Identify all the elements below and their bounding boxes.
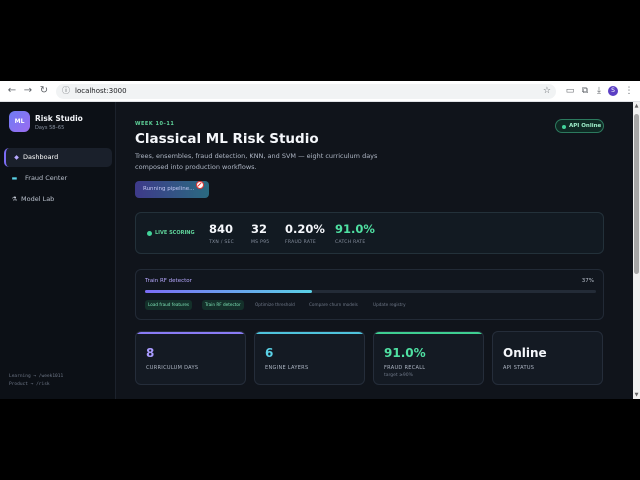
status-dot-icon [562,124,566,129]
scroll-thumb[interactable] [634,114,639,274]
stat-card-engine-layers: 6 ENGINE LAYERS [254,331,365,385]
back-arrow-icon[interactable]: ← [5,84,19,98]
step-update-registry: Update registry [373,302,406,307]
stat-card-curriculum-days: 8 CURRICULUM DAYS [135,331,246,385]
pipeline-button-label: Running pipeline... [143,186,195,192]
stat-card-fraud-recall: 91.0% FRAUD RECALL target ≥90% [373,331,484,385]
app-logo: ML [9,111,30,132]
stat-sublabel: target ≥90% [384,373,413,378]
step-optimize-threshold: Optimize threshold [255,302,295,307]
browser-window: ← → ↻ ⓘ localhost:3000 ☆ ▭ ⧉ ⤓ S ⋮ ML Ri… [0,81,640,399]
main-content: WEEK 10–11 Classical ML Risk Studio Tree… [116,102,633,399]
sidebar-footer-learning[interactable]: Learning → /week1011 [9,374,63,379]
progress-track [145,290,596,293]
card-icon: ▬ [11,175,18,182]
stat-value: 6 [265,346,274,360]
menu-dots-icon[interactable]: ⋮ [622,84,636,98]
metric-fraud-rate-label: FRAUD RATE [285,240,317,245]
brand-name: Risk Studio [35,114,83,123]
stat-accent-bar [374,332,483,334]
pipeline-progress-card: Train RF detector 37% Load fraud feature… [135,269,604,320]
stat-accent-bar [255,332,364,334]
stat-value: Online [503,346,547,360]
brand-subtitle: Days 58–65 [35,125,65,131]
sidebar-item-label: Fraud Center [25,174,68,182]
cast-icon[interactable]: ▭ [563,84,577,98]
run-pipeline-button[interactable]: Running pipeline... [135,181,209,198]
progress-percent: 37% [581,278,594,284]
browser-toolbar: ← → ↻ ⓘ localhost:3000 ☆ ▭ ⧉ ⤓ S ⋮ [0,81,640,102]
forward-arrow-icon[interactable]: → [21,84,35,98]
diamond-icon: ◆ [14,154,19,161]
step-train-rf: Train RF detector [202,300,244,310]
sidebar-item-label: Model Lab [21,195,55,203]
progress-fill [145,290,312,293]
page-title: Classical ML Risk Studio [135,131,319,147]
live-scoring-label: LIVE SCORING [155,230,195,236]
stat-label: CURRICULUM DAYS [146,365,199,371]
stat-accent-bar [493,332,602,334]
page-scrollbar[interactable]: ▲ ▼ [633,102,640,399]
url-text[interactable]: localhost:3000 [75,85,127,98]
metric-txn-value: 840 [209,222,234,236]
api-status-badge: API Online [555,119,604,133]
bookmark-star-icon[interactable]: ☆ [543,84,551,99]
stat-accent-bar [136,332,245,334]
metric-catch-rate-label: CATCH RATE [335,240,366,245]
api-status-text: API Online [569,123,602,129]
step-compare-models: Compare churn models [309,302,358,307]
metric-fraud-rate-value: 0.20% [285,222,325,236]
not-allowed-icon [196,181,204,189]
reload-icon[interactable]: ↻ [37,84,51,98]
sidebar-item-label: Dashboard [23,153,59,161]
metric-latency-value: 32 [251,222,268,236]
stat-label: ENGINE LAYERS [265,365,309,371]
stat-value: 91.0% [384,346,426,360]
address-bar[interactable]: ⓘ localhost:3000 ☆ [56,84,556,99]
extensions-icon[interactable]: ⧉ [578,84,592,98]
site-info-icon[interactable]: ⓘ [62,86,72,96]
live-scoring-panel: LIVE SCORING 840 TXN / SEC 32 MS P95 0.2… [135,212,604,254]
sidebar: ML Risk Studio Days 58–65 ◆ Dashboard ▬ … [0,102,116,399]
letterbox-top [0,0,640,81]
page-subtitle: Trees, ensembles, fraud detection, KNN, … [135,152,378,171]
profile-avatar[interactable]: S [608,86,618,96]
scroll-up-arrow-icon[interactable]: ▲ [633,102,640,110]
week-eyebrow: WEEK 10–11 [135,121,175,127]
flask-icon: ⚗ [11,196,18,203]
live-dot-icon [147,231,152,236]
sidebar-item-fraud-center[interactable]: ▬ Fraud Center [4,169,112,188]
step-load-features: Load fraud features [145,300,193,310]
app-root: ML Risk Studio Days 58–65 ◆ Dashboard ▬ … [0,102,633,399]
stat-label: API STATUS [503,365,535,371]
sidebar-footer-product[interactable]: Product → /risk [9,382,50,387]
progress-title: Train RF detector [145,278,192,284]
stat-card-api-status: Online API STATUS [492,331,603,385]
metric-catch-rate-value: 91.0% [335,222,375,236]
metric-txn-label: TXN / SEC [209,240,235,245]
download-icon[interactable]: ⤓ [592,84,606,98]
letterbox-bottom [0,399,640,480]
sidebar-item-dashboard[interactable]: ◆ Dashboard [4,148,112,167]
stat-value: 8 [146,346,155,360]
sidebar-item-model-lab[interactable]: ⚗ Model Lab [4,190,112,209]
scroll-down-arrow-icon[interactable]: ▼ [633,391,640,399]
metric-latency-label: MS P95 [251,240,270,245]
stat-label: FRAUD RECALL [384,365,426,371]
